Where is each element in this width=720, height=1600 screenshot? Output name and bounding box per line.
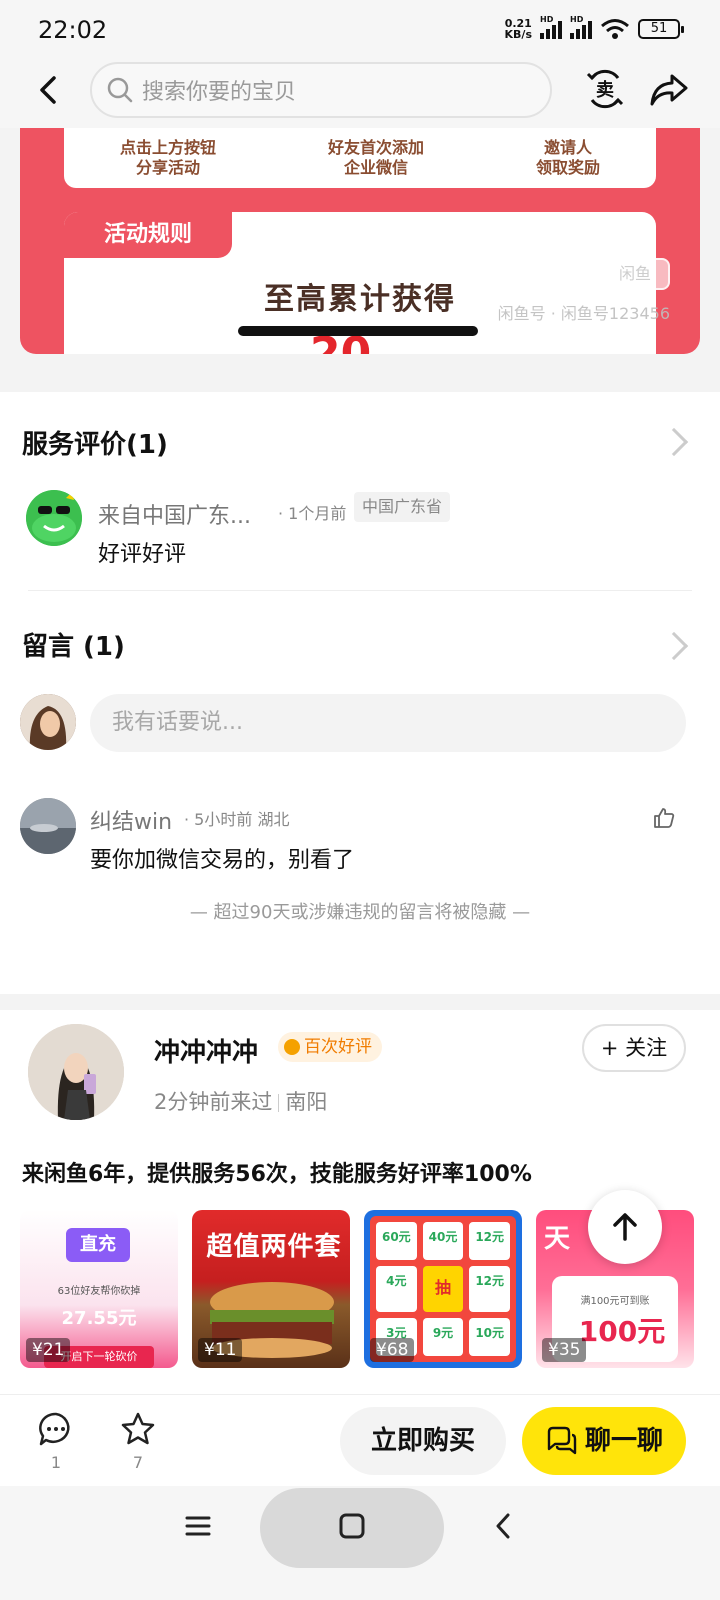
- product-title: 超值两件套: [206, 1232, 342, 1262]
- lottery-cell: 60元: [376, 1222, 417, 1260]
- chevron-right-icon[interactable]: [659, 427, 689, 457]
- watermark-logo: 闲鱼: [600, 258, 670, 290]
- favorite-action[interactable]: 7: [118, 1411, 158, 1472]
- product-title: 天: [544, 1224, 571, 1254]
- commenter-avatar-icon: [20, 798, 76, 854]
- product-card[interactable]: 60元 40元 12元 4元 抽 12元 3元 9元 10元 ¥68: [364, 1210, 522, 1368]
- reviews-section: 服务评价(1) 来自中国广东... · 1个月前 中国广东省 好评好评 留言 (…: [0, 392, 720, 994]
- buy-now-button[interactable]: 立即购买: [340, 1407, 506, 1475]
- chat-icon: [547, 1426, 577, 1455]
- good-review-badge: 百次好评: [278, 1032, 382, 1062]
- battery-icon: 51: [638, 19, 684, 39]
- status-time: 22:02: [38, 16, 108, 44]
- price-tag: ¥68: [370, 1338, 415, 1362]
- star-icon: [121, 1412, 155, 1445]
- price-tag: ¥35: [542, 1338, 587, 1362]
- seller-avatar-icon: [28, 1024, 124, 1120]
- lottery-cell: 12元: [469, 1222, 510, 1260]
- product-title: 直充: [66, 1228, 130, 1262]
- chevron-right-icon[interactable]: [659, 631, 689, 661]
- comments-title[interactable]: 留言 (1): [22, 626, 125, 663]
- favorite-count: 7: [132, 1453, 144, 1472]
- home-square-icon: [339, 1513, 365, 1539]
- search-placeholder: 搜索你要的宝贝: [142, 80, 297, 105]
- signal-icon: HD: [540, 15, 562, 39]
- lottery-cell: 12元: [469, 1265, 510, 1313]
- promo-banner[interactable]: 点击上方按钮 分享活动 好友首次添加 企业微信 邀请人 领取奖励 活动规则 至高…: [20, 128, 700, 354]
- wifi-icon: [601, 19, 629, 39]
- comment-input[interactable]: 我有话要说...: [90, 694, 686, 752]
- search-input[interactable]: 搜索你要的宝贝: [90, 62, 552, 118]
- user-avatar-icon: [20, 694, 76, 750]
- reviewer-name: 来自中国广东...: [98, 504, 251, 529]
- back-to-top-button[interactable]: [588, 1190, 662, 1264]
- rules-tag: 活动规则: [64, 212, 232, 258]
- product-card[interactable]: 直充 63位好友帮你砍掉 27.55元 开启下一轮砍价 ¥21: [20, 1210, 178, 1368]
- comment-count: 1: [50, 1453, 62, 1472]
- status-bar: 22:02 0.21 KB/s HD HD 51: [0, 0, 720, 60]
- price-tag: ¥21: [26, 1338, 71, 1362]
- lottery-cell: 40元: [422, 1222, 464, 1260]
- avatar[interactable]: [20, 694, 76, 750]
- back-nav-icon[interactable]: [490, 1512, 518, 1540]
- lottery-cell: 4元: [376, 1265, 417, 1313]
- banner-step-2: 好友首次添加 企业微信: [327, 138, 424, 177]
- last-seen: 2分钟前来过: [154, 1090, 273, 1114]
- seller-summary: 来闲鱼6年，提供服务56次，技能服务好评率100%: [22, 1162, 532, 1187]
- bottom-action-bar: 1 7 立即购买 聊一聊: [0, 1394, 720, 1486]
- lottery-draw-cell: 抽: [422, 1265, 464, 1313]
- reviewer-avatar-icon: [26, 490, 82, 546]
- product-subtext: 63位好友帮你砍掉: [57, 1286, 141, 1297]
- chat-label: 聊一聊: [584, 1426, 663, 1456]
- seller-meta: 2分钟前来过 南阳: [154, 1086, 327, 1116]
- banner-step-1: 点击上方按钮 分享活动: [119, 138, 216, 177]
- arrow-up-icon: [613, 1213, 637, 1241]
- back-icon[interactable]: [28, 70, 68, 110]
- top-header: 搜索你要的宝贝 卖: [0, 60, 720, 128]
- price-tag: ¥11: [198, 1338, 243, 1362]
- chat-button[interactable]: 聊一聊: [522, 1407, 686, 1475]
- product-subtext: 满100元可到账: [580, 1296, 650, 1307]
- network-speed: 0.21 KB/s: [504, 17, 532, 41]
- watermark-id: 闲鱼号 · 闲鱼号123456: [497, 304, 670, 323]
- review-text: 好评好评: [98, 542, 187, 567]
- divider: [28, 590, 692, 591]
- banner-step-3: 邀请人 领取奖励: [535, 138, 600, 177]
- share-icon[interactable]: [648, 68, 690, 110]
- status-icons: 0.21 KB/s HD HD 51: [504, 15, 684, 41]
- banner-steps: 点击上方按钮 分享活动 好友首次添加 企业微信 邀请人 领取奖励: [64, 128, 656, 188]
- system-nav-bar: [0, 1486, 720, 1600]
- service-review-title[interactable]: 服务评价(1): [22, 424, 168, 461]
- avatar[interactable]: [20, 798, 76, 854]
- seller-location: 南阳: [285, 1090, 328, 1114]
- product-card[interactable]: 超值两件套 ¥11: [192, 1210, 350, 1368]
- sell-icon[interactable]: 卖: [584, 68, 626, 110]
- comment-meta: · 5小时前 湖北: [184, 810, 290, 829]
- seller-avatar[interactable]: [28, 1024, 124, 1120]
- sell-icon-glyph: 卖: [596, 79, 614, 101]
- menu-icon[interactable]: [184, 1512, 212, 1540]
- product-amount: 27.55元: [61, 1308, 137, 1329]
- comment-icon: [39, 1412, 70, 1446]
- seller-name[interactable]: 冲冲冲冲: [154, 1032, 258, 1069]
- thumbs-up-icon[interactable]: [652, 806, 676, 830]
- commenter-name: 纠结win: [90, 810, 173, 835]
- search-icon: [107, 77, 133, 103]
- lottery-cell: 9元: [422, 1318, 464, 1356]
- signal-icon-2: HD: [570, 15, 592, 39]
- follow-button[interactable]: + 关注: [582, 1024, 686, 1072]
- region-tag: 中国广东省: [354, 492, 451, 522]
- banner-scroll-indicator: [238, 326, 478, 336]
- comment-text: 要你加微信交易的，别看了: [90, 848, 355, 873]
- avatar[interactable]: [26, 490, 82, 546]
- lottery-cell: 10元: [469, 1318, 510, 1356]
- review-time: · 1个月前: [278, 504, 347, 523]
- medal-icon: [284, 1039, 300, 1055]
- hidden-comments-note: — 超过90天或涉嫌违规的留言将被隐藏 —: [189, 902, 531, 923]
- comment-action[interactable]: 1: [36, 1411, 76, 1472]
